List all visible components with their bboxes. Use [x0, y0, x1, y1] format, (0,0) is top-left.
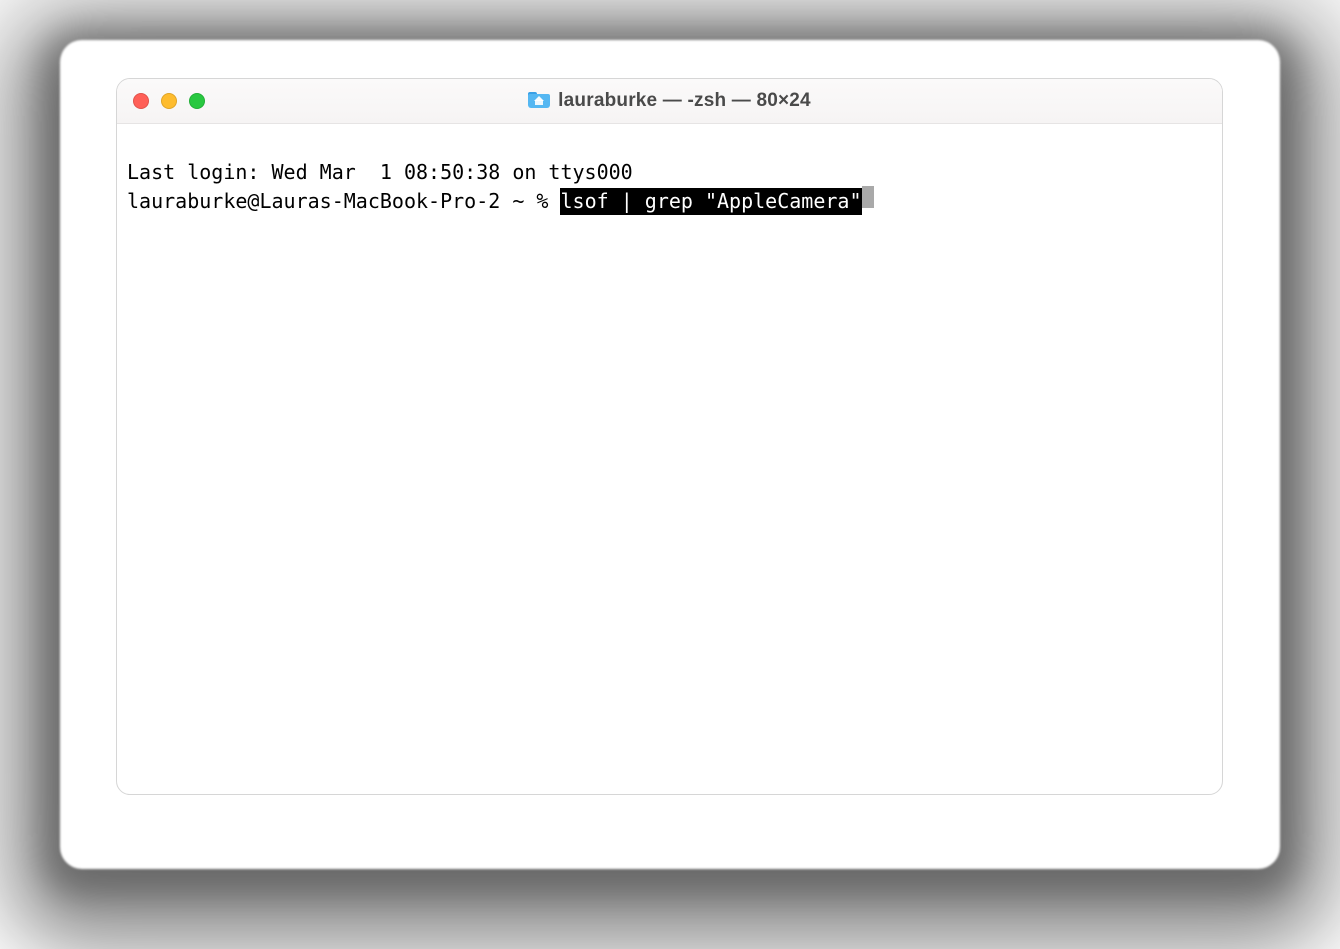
terminal-body[interactable]: Last login: Wed Mar 1 08:50:38 on ttys00…: [117, 124, 1222, 279]
titlebar[interactable]: lauraburke — -zsh — 80×24: [117, 79, 1222, 124]
close-icon[interactable]: [133, 93, 149, 109]
zoom-icon[interactable]: [189, 93, 205, 109]
command-input[interactable]: lsof | grep "AppleCamera": [560, 188, 861, 215]
window-title-text: lauraburke — -zsh — 80×24: [558, 90, 811, 112]
window-controls: [133, 93, 205, 109]
terminal-window: lauraburke — -zsh — 80×24 Last login: We…: [116, 78, 1223, 795]
home-folder-icon: [528, 92, 550, 110]
prompt-line[interactable]: lauraburke@Lauras-MacBook-Pro-2 ~ % lsof…: [127, 186, 1212, 215]
shell-prompt: lauraburke@Lauras-MacBook-Pro-2 ~ %: [127, 188, 560, 215]
last-login-line: Last login: Wed Mar 1 08:50:38 on ttys00…: [127, 159, 1212, 186]
window-title: lauraburke — -zsh — 80×24: [117, 90, 1222, 112]
cursor-icon: [862, 186, 874, 208]
minimize-icon[interactable]: [161, 93, 177, 109]
